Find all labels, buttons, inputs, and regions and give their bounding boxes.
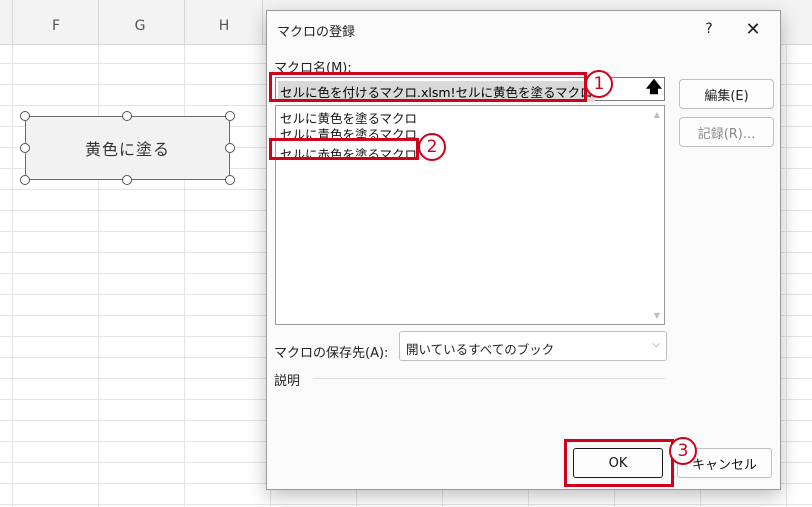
macro-list[interactable]: セルに黄色を塗るマクロ セルに青色を塗るマクロ セルに赤色を塗るマクロ ▲ ▼ xyxy=(275,105,665,325)
resize-handle[interactable] xyxy=(122,111,132,121)
help-button[interactable]: ? xyxy=(697,17,721,41)
column-header-h[interactable]: H xyxy=(184,18,264,34)
scroll-down-icon[interactable]: ▼ xyxy=(654,311,660,320)
store-location-label: マクロの保存先(A): xyxy=(274,346,389,361)
store-location-value: 開いているすべてのブック xyxy=(406,342,555,357)
list-item-blue[interactable]: セルに青色を塗るマクロ xyxy=(280,124,417,143)
record-button[interactable]: 記録(R)... xyxy=(679,117,774,147)
assign-macro-dialog: マクロの登録 ? ✕ マクロ名(M): セルに色を付けるマクロ.xlsm!セルに… xyxy=(266,10,781,490)
dialog-title: マクロの登録 xyxy=(277,25,356,40)
ok-button[interactable]: OK xyxy=(573,448,663,478)
macro-name-label: マクロ名(M): xyxy=(274,61,352,76)
resize-handle[interactable] xyxy=(20,143,30,153)
macro-shape-button[interactable]: 黄色に塗る xyxy=(25,116,230,180)
description-divider xyxy=(313,378,665,379)
resize-handle[interactable] xyxy=(225,143,235,153)
step-badge-1: 1 xyxy=(585,70,613,98)
column-separator xyxy=(12,0,13,44)
store-location-select[interactable]: 開いているすべてのブック ⌵ xyxy=(399,331,667,361)
resize-handle[interactable] xyxy=(20,111,30,121)
up-arrow-icon[interactable]: 🡅 xyxy=(642,77,666,101)
description-label: 説明 xyxy=(274,374,301,389)
column-header-g[interactable]: G xyxy=(100,18,180,34)
close-icon[interactable]: ✕ xyxy=(739,17,767,41)
resize-handle[interactable] xyxy=(225,111,235,121)
scroll-up-icon[interactable]: ▲ xyxy=(654,110,660,119)
resize-handle[interactable] xyxy=(122,175,132,185)
column-separator xyxy=(262,0,263,44)
step-badge-2: 2 xyxy=(418,133,446,161)
column-header-f[interactable]: F xyxy=(16,18,96,34)
shape-label: 黄色に塗る xyxy=(84,140,170,159)
column-separator xyxy=(98,0,99,44)
resize-handle[interactable] xyxy=(20,175,30,185)
edit-button[interactable]: 編集(E) xyxy=(679,79,774,109)
step-badge-3: 3 xyxy=(669,437,697,465)
chevron-down-icon: ⌵ xyxy=(652,339,660,350)
resize-handle[interactable] xyxy=(225,175,235,185)
list-item-red[interactable]: セルに赤色を塗るマクロ xyxy=(280,144,417,163)
macro-name-value: セルに色を付けるマクロ.xlsm!セルに黄色を塗るマクロ xyxy=(278,81,595,102)
